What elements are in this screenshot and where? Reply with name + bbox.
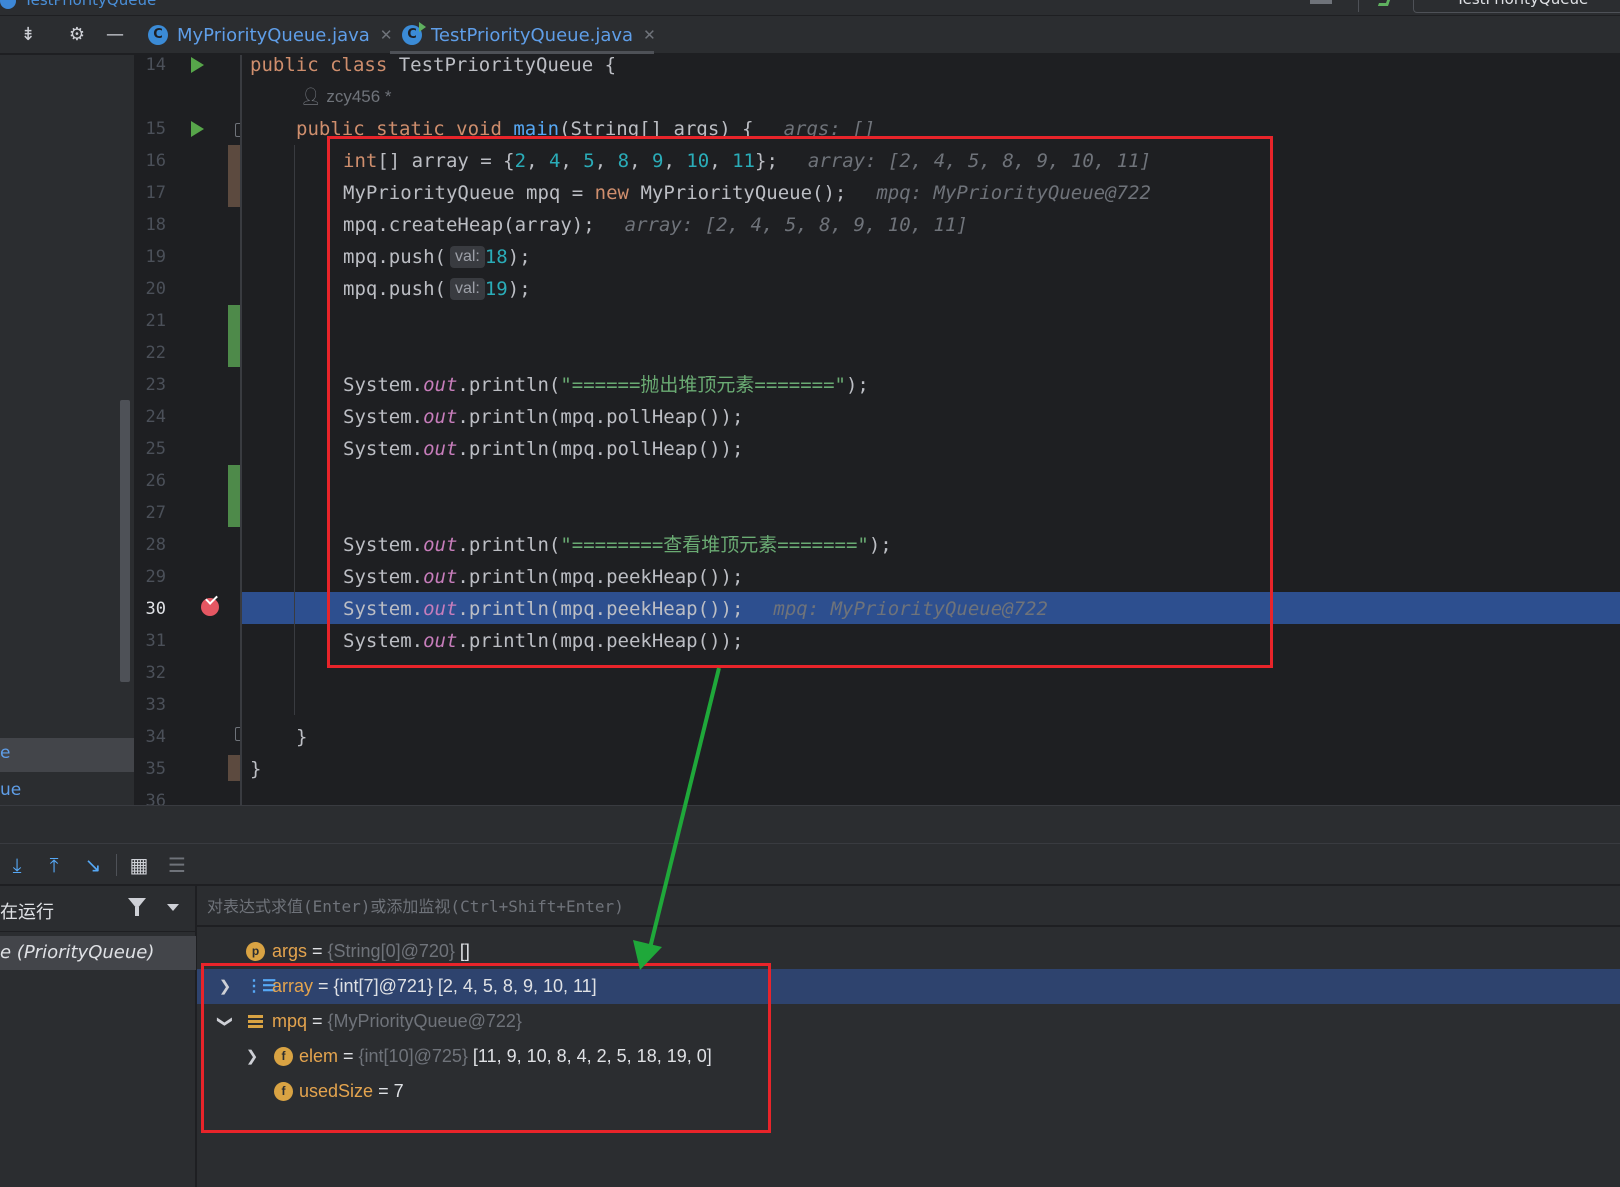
debug-panel-header <box>0 805 1620 843</box>
line-number: 29 <box>145 567 166 587</box>
line-number-current: 30 <box>145 599 166 619</box>
author-hint[interactable]: 👤︎ zcy456 * <box>300 87 392 107</box>
scrollbar[interactable] <box>120 400 130 682</box>
line-number: 36 <box>145 791 166 805</box>
project-item-label: e <box>0 743 11 763</box>
debug-toolbar: ⤓ ⤒ ↘ ▦ ☰ <box>0 843 1620 885</box>
frames-panel: 在运行 e (PriorityQueue) <box>0 886 196 1187</box>
run-to-cursor-icon[interactable]: ↘ <box>80 853 106 877</box>
editor-tab-bar: ⇟ ⚙ — C MyPriorityQueue.java ✕ C TestPri… <box>0 16 1620 54</box>
minimize-icon[interactable] <box>1310 0 1332 4</box>
trace-icon[interactable]: ☰ <box>164 853 190 877</box>
parameter-icon: p <box>246 942 265 961</box>
line-number: 22 <box>145 343 166 363</box>
user-icon: 👤︎ <box>300 87 327 106</box>
app-icon <box>0 0 16 9</box>
evaluate-expression-input[interactable] <box>207 886 1607 926</box>
toolbar-divider <box>1358 0 1359 12</box>
tab-testpriorityqueue[interactable]: C TestPriorityQueue.java ✕ <box>402 16 656 54</box>
active-tab-indicator <box>390 51 654 54</box>
indent-guide <box>294 145 295 715</box>
hide-icon[interactable]: — <box>104 24 126 46</box>
change-marker-modified[interactable] <box>228 145 240 207</box>
collapse-all-icon[interactable]: ⇟ <box>17 24 39 46</box>
tab-label: TestPriorityQueue.java <box>431 24 634 46</box>
line-number: 32 <box>145 663 166 683</box>
tab-label: MyPriorityQueue.java <box>177 24 370 46</box>
project-panel <box>0 55 134 805</box>
line-number: 19 <box>145 247 166 267</box>
breakpoint-icon[interactable] <box>201 598 219 616</box>
frame-item[interactable]: e (PriorityQueue) <box>0 936 196 970</box>
code-line-14: public class TestPriorityQueue { <box>250 55 617 76</box>
line-number: 23 <box>145 375 166 395</box>
runnable-class-icon: C <box>402 22 426 45</box>
tab-mypriorityqueue[interactable]: C MyPriorityQueue.java ✕ <box>148 16 392 54</box>
close-icon[interactable]: ✕ <box>643 26 656 44</box>
window-title: TestPriorityQueue <box>0 0 156 9</box>
line-number: 17 <box>145 183 166 203</box>
close-icon[interactable]: ✕ <box>380 26 393 44</box>
line-number: 20 <box>145 279 166 299</box>
change-marker-added[interactable] <box>228 305 240 367</box>
line-number: 16 <box>145 151 166 171</box>
class-icon: C <box>148 25 168 45</box>
project-item-selected[interactable]: e <box>0 738 134 772</box>
step-out-icon[interactable]: ⤒ <box>41 853 67 877</box>
annotation-box-code <box>327 136 1273 668</box>
line-number: 31 <box>145 631 166 651</box>
evaluate-bar <box>197 886 1620 926</box>
run-main-icon[interactable] <box>191 121 204 137</box>
code-line-35: } <box>250 758 262 780</box>
line-number: 28 <box>145 535 166 555</box>
toolbar-divider <box>116 854 117 876</box>
code-line-34: } <box>296 726 308 748</box>
run-class-icon[interactable] <box>191 57 204 73</box>
chevron-down-icon[interactable] <box>167 904 179 911</box>
line-number: 26 <box>145 471 166 491</box>
evaluate-expression-icon[interactable]: ▦ <box>126 853 152 877</box>
line-number: 15 <box>145 119 166 139</box>
annotation-box-variables <box>201 963 771 1133</box>
line-number: 14 <box>145 55 166 75</box>
line-number: 21 <box>145 311 166 331</box>
project-item[interactable]: ue <box>0 780 21 800</box>
line-number: 34 <box>145 727 166 747</box>
line-number: 33 <box>145 695 166 715</box>
line-number: 27 <box>145 503 166 523</box>
title-bar: TestPriorityQueue TestPriorityQueue <box>0 0 1620 16</box>
line-number: 18 <box>145 215 166 235</box>
run-config-selector[interactable]: TestPriorityQueue <box>1413 0 1620 13</box>
line-number: 35 <box>145 759 166 779</box>
frames-header: 在运行 <box>0 886 196 932</box>
change-marker-added[interactable] <box>228 465 240 527</box>
build-check-icon[interactable] <box>1377 0 1391 6</box>
line-number: 25 <box>145 439 166 459</box>
line-number: 24 <box>145 407 166 427</box>
gear-icon[interactable]: ⚙ <box>66 24 88 46</box>
filter-icon[interactable] <box>128 898 146 916</box>
editor-gutter[interactable]: 14 15 16 17 18 19 20 21 22 23 24 25 26 2… <box>134 55 241 805</box>
step-into-icon[interactable]: ⤓ <box>4 853 30 877</box>
change-marker-modified[interactable] <box>228 755 240 781</box>
